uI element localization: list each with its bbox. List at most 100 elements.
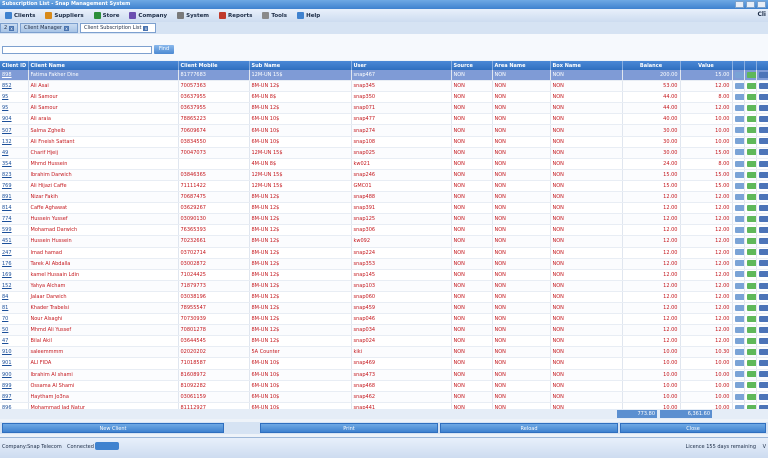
cell-client-id[interactable]: 169	[0, 269, 28, 280]
table-row[interactable]: 507Salma Zgheib706096746M-UN 10$snap274N…	[0, 125, 768, 136]
cell-client-id[interactable]: 49	[0, 147, 28, 158]
cell-client-id[interactable]: 81	[0, 302, 28, 313]
cell-client-id[interactable]: 852	[0, 81, 28, 92]
cell-client-id[interactable]: 451	[0, 236, 28, 247]
edit-icon[interactable]	[735, 161, 745, 167]
close-window-button[interactable]	[757, 1, 766, 8]
more-icon[interactable]	[759, 260, 768, 266]
cell-client-id[interactable]: 354	[0, 158, 28, 169]
cell-client-id[interactable]: 84	[0, 291, 28, 302]
edit-icon[interactable]	[735, 360, 745, 366]
edit-icon[interactable]	[735, 194, 745, 200]
more-icon[interactable]	[759, 205, 768, 211]
renew-icon[interactable]	[747, 283, 757, 289]
cell-client-id[interactable]: 823	[0, 169, 28, 180]
edit-icon[interactable]	[735, 94, 745, 100]
renew-icon[interactable]	[747, 105, 757, 111]
table-row[interactable]: 95Ali Samour036379556M-UN 8$snap350NONNO…	[0, 92, 768, 103]
close-tab-icon[interactable]: x	[143, 26, 148, 31]
col-header-client-name[interactable]: Client Name	[28, 61, 178, 70]
renew-icon[interactable]	[747, 183, 757, 189]
tab-client-subscription-list[interactable]: Client Subscription Listx	[80, 23, 156, 33]
table-row[interactable]: 47Bilal Akil036445458M-UN 12$snap024NONN…	[0, 336, 768, 347]
more-icon[interactable]	[759, 127, 768, 133]
edit-icon[interactable]	[735, 216, 745, 222]
col-header-client-mobile[interactable]: Client Mobile	[178, 61, 249, 70]
new-client-button[interactable]: New Client	[2, 423, 224, 433]
renew-icon[interactable]	[747, 127, 757, 133]
table-row[interactable]: 599Mohamad Darwich763653938M-UN 12$snap3…	[0, 225, 768, 236]
minimize-button[interactable]	[735, 1, 744, 8]
table-row[interactable]: 901ALI FIDA710185876M-UN 10$snap469NONNO…	[0, 358, 768, 369]
table-row[interactable]: 896Mohammad Jad Natur811129276M-UN 10$sn…	[0, 402, 768, 409]
renew-icon[interactable]	[747, 249, 757, 255]
table-row[interactable]: 910saleemmmm020202025A CounterkikiNONNON…	[0, 347, 768, 358]
menu-reports[interactable]: Reports	[214, 9, 257, 22]
cell-client-id[interactable]: 769	[0, 180, 28, 191]
more-icon[interactable]	[759, 382, 768, 388]
edit-icon[interactable]	[735, 294, 745, 300]
edit-icon[interactable]	[735, 205, 745, 211]
edit-icon[interactable]	[735, 105, 745, 111]
more-icon[interactable]	[759, 338, 768, 344]
table-row[interactable]: 169kamel Hussain Ldin710244258M-UN 12$sn…	[0, 269, 768, 280]
find-button[interactable]: Find	[154, 45, 174, 54]
more-icon[interactable]	[759, 94, 768, 100]
cell-client-id[interactable]: 152	[0, 280, 28, 291]
renew-icon[interactable]	[747, 138, 757, 144]
renew-icon[interactable]	[747, 260, 757, 266]
more-icon[interactable]	[759, 271, 768, 277]
table-row[interactable]: 247Imad hamad037027148M-UN 12$snap224NON…	[0, 247, 768, 258]
renew-icon[interactable]	[747, 161, 757, 167]
table-row[interactable]: 81Khader Trabelsi789555478M-UN 12$snap45…	[0, 302, 768, 313]
connection-toggle[interactable]	[95, 442, 119, 450]
cell-client-id[interactable]: 95	[0, 92, 28, 103]
more-icon[interactable]	[759, 216, 768, 222]
cell-client-id[interactable]: 896	[0, 402, 28, 409]
renew-icon[interactable]	[747, 216, 757, 222]
col-header-value[interactable]: Value	[680, 61, 732, 70]
more-icon[interactable]	[759, 238, 768, 244]
table-row[interactable]: 769Ali Hijazi Caffe7111142212M-UN 15$GMC…	[0, 180, 768, 191]
table-row[interactable]: 774Hussein Yussef030901308M-UN 12$snap12…	[0, 214, 768, 225]
edit-icon[interactable]	[735, 316, 745, 322]
col-header-box-name[interactable]: Box Name	[550, 61, 622, 70]
table-row[interactable]: 95Ali Samour036379558M-UN 12$snap071NONN…	[0, 103, 768, 114]
cell-client-id[interactable]: 132	[0, 136, 28, 147]
table-row[interactable]: 49Charif Hjeij7004707312M-UN 15$snap025N…	[0, 147, 768, 158]
table-row[interactable]: 897Haytham Jo3na030611596M-UN 10$snap462…	[0, 391, 768, 402]
close-button[interactable]: Close	[620, 423, 766, 433]
more-icon[interactable]	[759, 249, 768, 255]
edit-icon[interactable]	[735, 338, 745, 344]
renew-icon[interactable]	[747, 327, 757, 333]
more-icon[interactable]	[759, 194, 768, 200]
menu-tools[interactable]: Tools	[257, 9, 292, 22]
edit-icon[interactable]	[735, 283, 745, 289]
renew-icon[interactable]	[747, 360, 757, 366]
table-row[interactable]: 904Ali araia788652236M-UN 10$snap477NONN…	[0, 114, 768, 125]
cell-client-id[interactable]: 176	[0, 258, 28, 269]
renew-icon[interactable]	[747, 338, 757, 344]
more-icon[interactable]	[759, 116, 768, 122]
col-header-balance[interactable]: Balance	[622, 61, 680, 70]
renew-icon[interactable]	[747, 194, 757, 200]
table-row[interactable]: 891Nizar Fakih706874758M-UN 12$snap488NO…	[0, 192, 768, 203]
cell-client-id[interactable]: 910	[0, 347, 28, 358]
menu-store[interactable]: Store	[89, 9, 125, 22]
renew-icon[interactable]	[747, 371, 757, 377]
table-row[interactable]: 152Yahya Alcham718797738M-UN 12$snap103N…	[0, 280, 768, 291]
table-row[interactable]: 132Ali Fneish Sattant038345506M-UN 10$sn…	[0, 136, 768, 147]
reload-button[interactable]: Reload	[440, 423, 618, 433]
menu-suppliers[interactable]: Suppliers	[40, 9, 88, 22]
edit-icon[interactable]	[735, 327, 745, 333]
table-row[interactable]: 176Tarek Al Abdalla030028728M-UN 12$snap…	[0, 258, 768, 269]
col-header-user[interactable]: User	[351, 61, 451, 70]
table-row[interactable]: 814Caffe Aghawat036292678M-UN 12$snap391…	[0, 203, 768, 214]
search-input[interactable]	[2, 46, 152, 54]
renew-icon[interactable]	[747, 349, 757, 355]
more-icon[interactable]	[759, 327, 768, 333]
renew-icon[interactable]	[747, 227, 757, 233]
edit-icon[interactable]	[735, 149, 745, 155]
edit-icon[interactable]	[735, 116, 745, 122]
cell-client-id[interactable]: 904	[0, 114, 28, 125]
